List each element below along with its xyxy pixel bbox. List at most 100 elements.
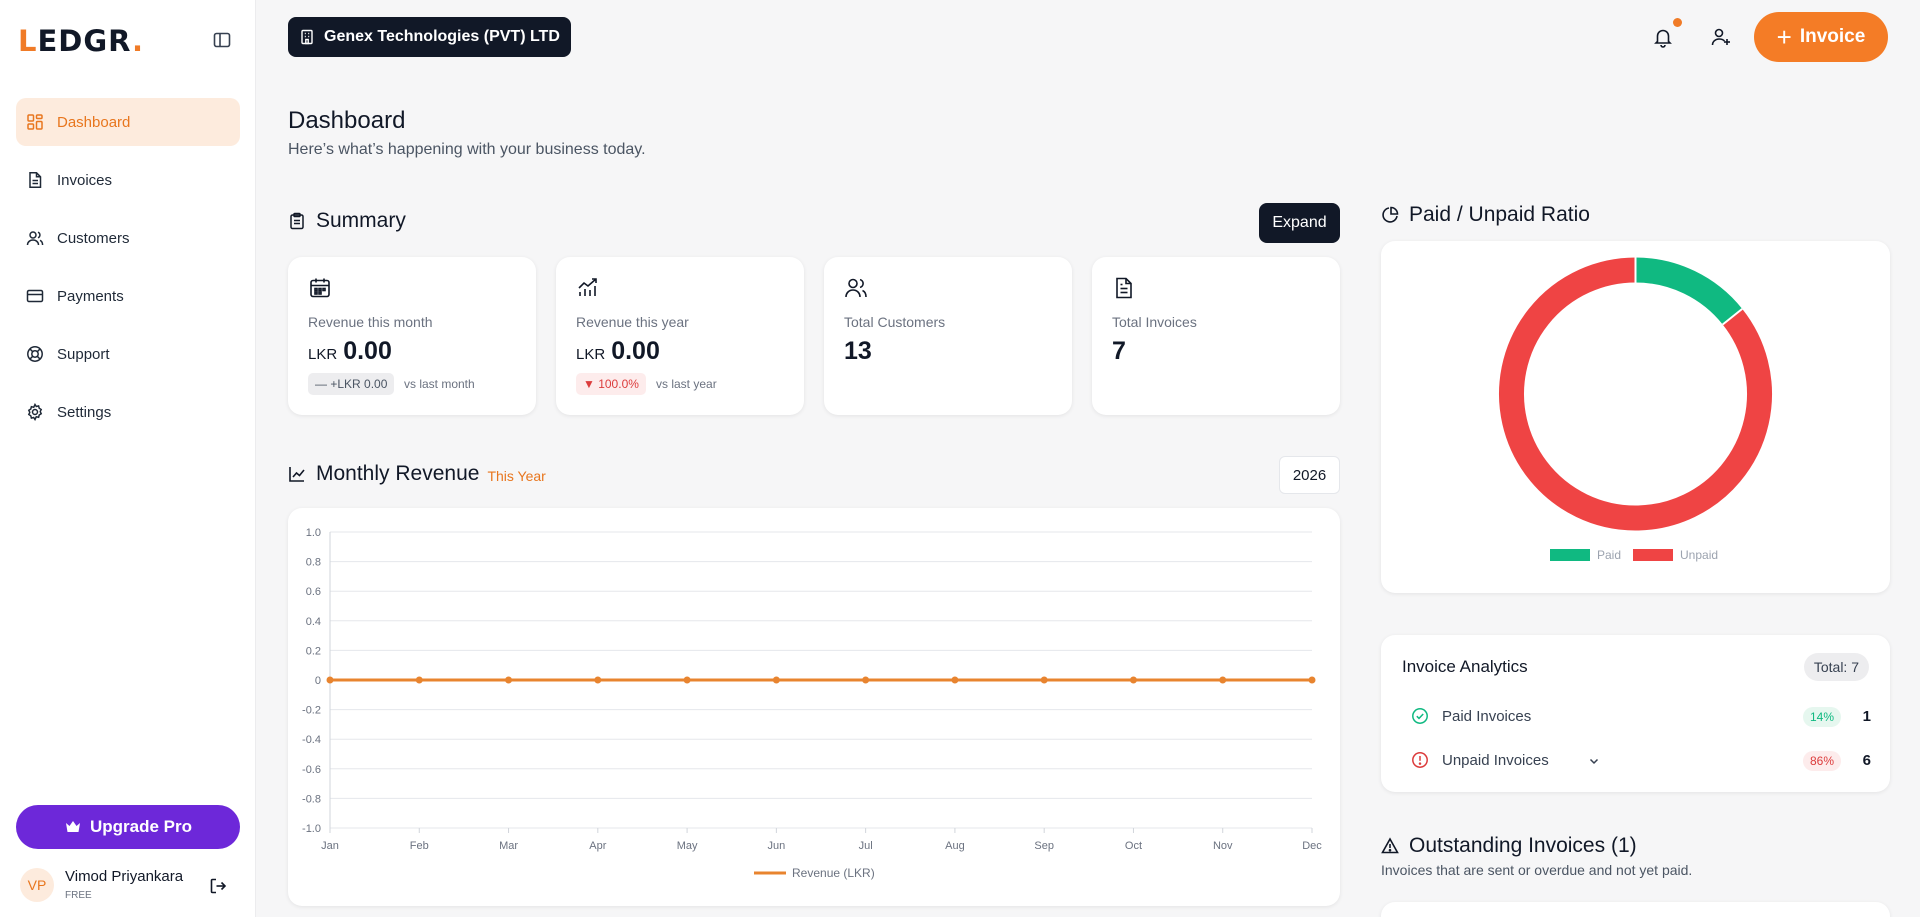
outstanding-invoices-card — [1381, 902, 1890, 917]
donut-chart-svg: Paid Unpaid — [1499, 257, 1772, 562]
sidebar-item-label: Settings — [57, 403, 112, 421]
analytics-row-count: 1 — [1862, 708, 1871, 725]
stat-label: Total Invoices — [1112, 314, 1197, 330]
crown-icon — [65, 821, 80, 832]
user-plus-icon[interactable] — [1710, 26, 1732, 48]
page-title: Dashboard — [288, 107, 406, 134]
y-tick-label: -0.4 — [302, 734, 321, 746]
outstanding-title: Outstanding Invoices (1) — [1409, 834, 1637, 857]
user-profile: VP Vimod Priyankara FREE — [20, 866, 240, 906]
stat-compare-text: vs last year — [656, 377, 717, 391]
stat-compare-text: vs last month — [404, 377, 475, 391]
paid-invoices-row[interactable]: Paid Invoices 14% 1 — [1411, 704, 1871, 730]
analytics-row-count: 6 — [1862, 752, 1871, 769]
app-logo[interactable]: LEDGR. — [18, 24, 144, 58]
outstanding-heading: Outstanding Invoices (1) — [1381, 834, 1637, 858]
x-tick-label: Sep — [1034, 840, 1054, 852]
expand-button[interactable]: Expand — [1259, 203, 1340, 243]
y-tick-label: -1.0 — [302, 823, 321, 835]
file-text-icon — [1116, 277, 1132, 299]
sidebar-item-support[interactable]: Support — [16, 330, 240, 378]
line-chart-icon — [289, 467, 305, 482]
credit-card-icon — [26, 289, 44, 303]
ratio-heading: Paid / Unpaid Ratio — [1381, 203, 1590, 227]
stat-card-revenue-year: Revenue this year LKR 0.00 ▼ 100.0% vs la… — [556, 257, 804, 415]
users-icon — [845, 278, 867, 298]
year-select[interactable]: 2026 — [1279, 456, 1340, 494]
sidebar-item-label: Customers — [57, 229, 130, 247]
avatar[interactable]: VP — [20, 868, 54, 902]
gear-icon — [27, 403, 43, 421]
y-tick-label: 0 — [315, 675, 321, 687]
alert-triangle-icon — [1381, 837, 1399, 854]
company-selector[interactable]: Genex Technologies (PVT) LTD — [288, 17, 571, 57]
y-tick-label: -0.6 — [302, 764, 321, 776]
analytics-row-pct: 86% — [1802, 751, 1841, 771]
check-circle-icon — [1412, 708, 1428, 724]
stat-value: LKR 0.00 — [576, 337, 660, 366]
x-tick-label: Dec — [1302, 840, 1322, 852]
sidebar-item-payments[interactable]: Payments — [16, 272, 240, 320]
outstanding-subtitle: Invoices that are sent or overdue and no… — [1381, 862, 1693, 878]
building-icon — [301, 29, 313, 45]
donut-slice-paid — [1635, 257, 1743, 325]
x-tick-label: Jun — [767, 840, 785, 852]
chevron-down-icon[interactable] — [1587, 754, 1601, 768]
data-point — [772, 676, 780, 684]
analytics-title: Invoice Analytics — [1402, 657, 1528, 676]
user-name: Vimod Priyankara — [65, 868, 184, 885]
dashboard-icon — [27, 114, 43, 130]
upgrade-pro-button[interactable]: Upgrade Pro — [16, 805, 240, 849]
ratio-title: Paid / Unpaid Ratio — [1409, 203, 1590, 226]
data-point — [683, 676, 691, 684]
x-tick-label: May — [677, 840, 698, 852]
stat-delta-badge: — +LKR 0.00 — [308, 373, 395, 395]
stat-amount: 0.00 — [343, 337, 392, 365]
bell-icon[interactable] — [1652, 26, 1674, 48]
monthly-revenue-title: Monthly Revenue — [316, 462, 480, 485]
stat-amount: 0.00 — [611, 337, 660, 365]
logout-icon[interactable] — [208, 876, 228, 896]
x-tick-label: Mar — [499, 840, 518, 852]
upgrade-pro-label: Upgrade Pro — [89, 817, 193, 836]
new-invoice-button[interactable]: + Invoice — [1754, 12, 1888, 62]
x-tick-label: Feb — [410, 840, 429, 852]
invoice-analytics-card: Invoice Analytics Total: 7 Paid Invoices… — [1381, 635, 1890, 792]
stat-label: Total Customers — [844, 314, 946, 330]
sidebar-toggle-icon[interactable] — [212, 30, 232, 50]
legend-label: Revenue (LKR) — [792, 866, 875, 880]
sidebar-item-label: Invoices — [57, 171, 113, 189]
data-point — [594, 676, 602, 684]
monthly-revenue-chart: 1.0 0.8 0.6 0.4 0.2 0 -0.2 -0.4 -0.6 -0.8 -1.0 Jan F… — [288, 508, 1340, 906]
sidebar: LEDGR. Dashboard Invoices Customers Paym… — [0, 0, 256, 917]
legend-swatch — [1633, 549, 1673, 561]
ratio-chart-card: Paid Unpaid — [1381, 241, 1890, 593]
sidebar-item-customers[interactable]: Customers — [16, 214, 240, 262]
y-tick-label: 0.8 — [306, 557, 321, 569]
y-tick-label: 0.2 — [306, 645, 321, 657]
stat-currency: LKR — [308, 346, 338, 363]
bar-trend-icon — [578, 278, 597, 296]
y-tick-label: -0.2 — [302, 705, 321, 717]
sidebar-item-invoices[interactable]: Invoices — [16, 156, 240, 204]
y-tick-label: 0.4 — [306, 616, 321, 628]
stat-card-revenue-month: Revenue this month LKR 0.00 — +LKR 0.00 v… — [288, 257, 536, 415]
stat-value: 13 — [844, 337, 872, 365]
calendar-icon — [310, 278, 330, 298]
users-icon — [26, 231, 44, 246]
y-tick-label: 0.6 — [306, 586, 321, 598]
data-point — [1040, 676, 1048, 684]
data-point — [951, 676, 959, 684]
y-tick-label: -0.8 — [302, 793, 321, 805]
x-tick-label: Oct — [1125, 840, 1142, 852]
unpaid-invoices-row[interactable]: Unpaid Invoices 86% 6 — [1411, 748, 1871, 774]
data-point — [1219, 676, 1227, 684]
analytics-total-badge: Total: 7 — [1803, 653, 1869, 681]
stat-card-customers: Total Customers 13 — [824, 257, 1072, 415]
this-year-tag: This Year — [487, 468, 546, 484]
sidebar-item-settings[interactable]: Settings — [16, 388, 240, 436]
x-tick-label: Apr — [589, 840, 606, 852]
x-tick-label: Jul — [859, 840, 873, 852]
sidebar-item-dashboard[interactable]: Dashboard — [16, 98, 240, 146]
stat-value: 7 — [1112, 337, 1126, 365]
